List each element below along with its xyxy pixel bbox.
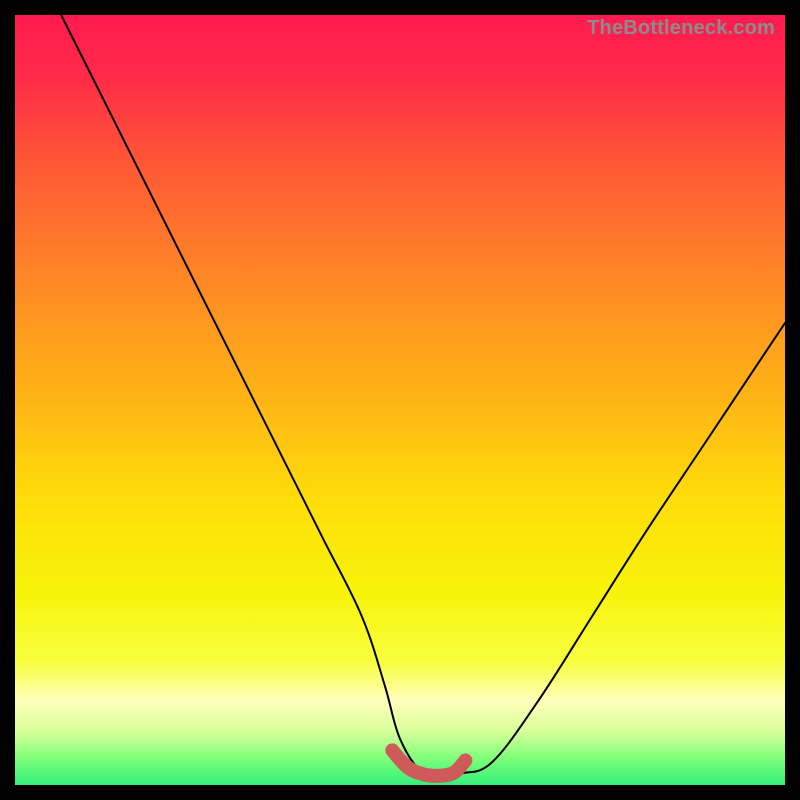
chart-frame: TheBottleneck.com [0, 0, 800, 800]
optimal-band-marker [392, 750, 465, 775]
watermark: TheBottleneck.com [587, 17, 775, 40]
chart-curve-layer [15, 15, 785, 785]
plot-area: TheBottleneck.com [15, 15, 785, 785]
bottleneck-curve [61, 15, 785, 778]
